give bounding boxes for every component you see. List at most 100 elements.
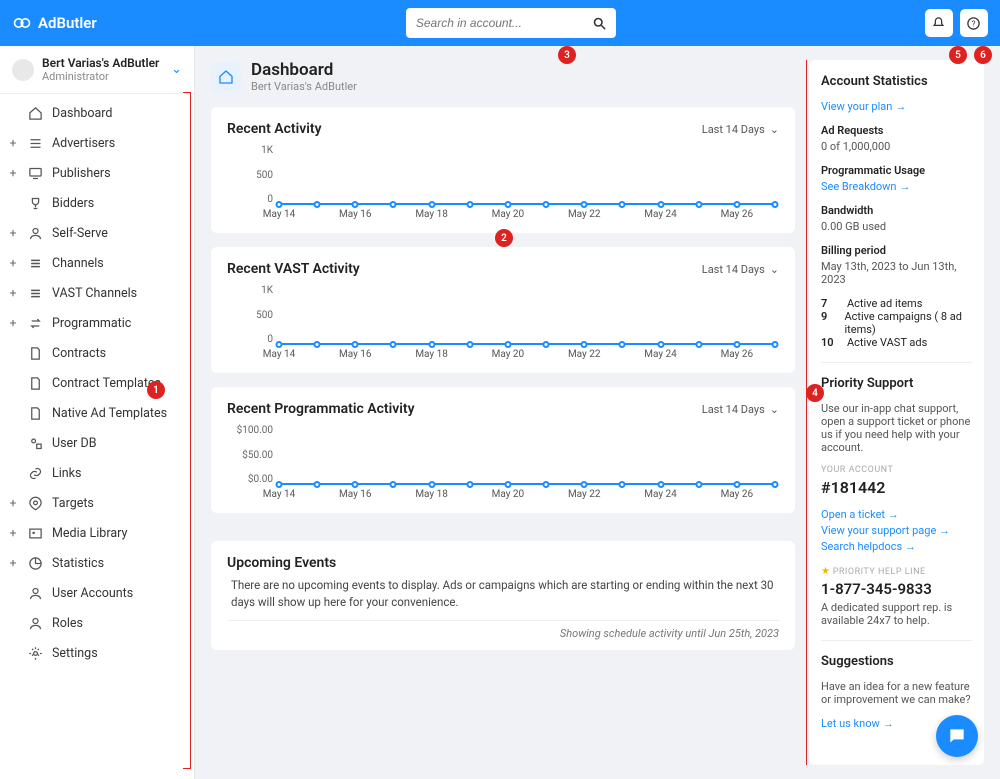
data-point [504,341,511,348]
sidebar-item-statistics[interactable]: + Statistics [0,548,194,578]
data-point [466,201,473,208]
date-range-select[interactable]: Last 14 Days ⌄ [702,263,779,276]
sidebar-item-contract-templates[interactable]: Contract Templates [0,368,194,398]
chart-plot: 1K5000 May 14May 16May 18May 20May 22May… [227,285,779,363]
date-range-select[interactable]: Last 14 Days ⌄ [702,403,779,416]
see-breakdown-link[interactable]: See Breakdown → [821,180,972,193]
x-tick-label: May 24 [644,489,677,500]
expand-icon[interactable]: + [8,556,18,570]
data-point [543,481,550,488]
expand-icon[interactable]: + [8,526,18,540]
annotation-2: 2 [495,229,513,247]
data-point [581,341,588,348]
expand-icon[interactable]: + [8,166,18,180]
page-subtitle: Bert Varias's AdButler [251,80,357,93]
chevron-down-icon: ⌄ [171,62,182,77]
chart-card-1: Recent Activity Last 14 Days ⌄ 1K5000 Ma… [211,107,795,233]
billing-label: Billing period [821,244,972,257]
stat-label: Active campaigns ( 8 ad items) [844,310,972,336]
data-point [733,201,740,208]
sidebar-item-advertisers[interactable]: + Advertisers [0,128,194,158]
stats-title: Account Statistics [821,74,972,89]
expand-icon[interactable]: + [8,316,18,330]
data-point [466,481,473,488]
sidebar-item-settings[interactable]: Settings [0,638,194,668]
view-plan-link[interactable]: View your plan → [821,100,972,113]
brand-text: AdButler [38,14,97,32]
home-icon [27,105,43,121]
y-tick-label: 1K [227,145,273,156]
page-title: Dashboard [251,60,357,80]
help-line-label: PRIORITY HELP LINE [833,567,926,577]
chevron-down-icon: ⌄ [770,123,779,136]
data-point [733,481,740,488]
sidebar-item-contracts[interactable]: Contracts [0,338,194,368]
y-tick-label: 500 [227,170,273,181]
stat-label: Active ad items [847,297,922,310]
sidebar-item-channels[interactable]: + Channels [0,248,194,278]
link-icon [27,465,43,481]
sidebar-item-programmatic[interactable]: + Programmatic [0,308,194,338]
sidebar-item-bidders[interactable]: Bidders [0,188,194,218]
support-link[interactable]: Search helpdocs → [821,540,972,553]
sidebar-item-user-db[interactable]: User DB [0,428,194,458]
chart-title: Recent VAST Activity [227,261,360,277]
y-tick-label: $50.00 [227,450,273,461]
ad-requests-value: 0 of 1,000,000 [821,140,972,153]
sidebar-item-links[interactable]: Links [0,458,194,488]
x-tick-label: May 26 [721,209,754,220]
data-point [619,201,626,208]
svg-text:?: ? [972,18,976,28]
avatar [12,59,34,81]
search-wrap [406,8,616,38]
data-point [352,201,359,208]
annotation-3: 3 [558,46,576,64]
sidebar-item-label: Publishers [52,166,111,181]
x-tick-label: May 18 [415,489,448,500]
sidebar-item-vast-channels[interactable]: + VAST Channels [0,278,194,308]
sidebar-item-native-ad-templates[interactable]: Native Ad Templates [0,398,194,428]
billing-value: May 13th, 2023 to Jun 13th, 2023 [821,260,972,286]
date-range-select[interactable]: Last 14 Days ⌄ [702,123,779,136]
sidebar-item-self-serve[interactable]: + Self-Serve [0,218,194,248]
expand-icon[interactable]: + [8,286,18,300]
search-input[interactable] [406,8,616,38]
sidebar-item-label: Links [52,466,81,481]
sidebar-item-media-library[interactable]: + Media Library [0,518,194,548]
notifications-button[interactable] [925,9,953,37]
chevron-down-icon: ⌄ [770,263,779,276]
support-link[interactable]: View your support page → [821,524,972,537]
expand-icon[interactable]: + [8,496,18,510]
lines-icon [27,285,43,301]
nav-list: Dashboard+ Advertisers+ Publishers Bidde… [0,94,194,779]
x-tick-label: May 18 [415,209,448,220]
stat-row: 9Active campaigns ( 8 ad items) [821,310,972,336]
account-switcher[interactable]: Bert Varias's AdButler Administrator ⌄ [0,46,194,94]
sidebar-item-targets[interactable]: + Targets [0,488,194,518]
sidebar-item-roles[interactable]: Roles [0,608,194,638]
brand-logo[interactable]: AdButler [12,13,97,33]
target-icon [27,495,43,511]
data-point [619,481,626,488]
sidebar-item-publishers[interactable]: + Publishers [0,158,194,188]
expand-icon[interactable]: + [8,136,18,150]
data-point [695,341,702,348]
stat-row: 7Active ad items [821,297,972,310]
help-button[interactable]: ? [960,9,988,37]
search-icon[interactable] [590,13,610,33]
chat-fab[interactable] [936,715,978,757]
sidebar-item-dashboard[interactable]: Dashboard [0,98,194,128]
expand-icon[interactable]: + [8,256,18,270]
data-point [504,481,511,488]
sidebar-item-label: User Accounts [52,586,133,601]
x-tick-label: May 20 [492,489,525,500]
expand-icon[interactable]: + [8,226,18,240]
data-point [390,201,397,208]
user-icon [27,585,43,601]
sidebar: Bert Varias's AdButler Administrator ⌄ D… [0,46,195,779]
sidebar-item-user-accounts[interactable]: User Accounts [0,578,194,608]
main-column: Dashboard Bert Varias's AdButler Recent … [211,60,795,765]
x-tick-label: May 16 [339,349,372,360]
support-link[interactable]: Open a ticket → [821,508,972,521]
prog-label: Programmatic Usage [821,164,972,177]
